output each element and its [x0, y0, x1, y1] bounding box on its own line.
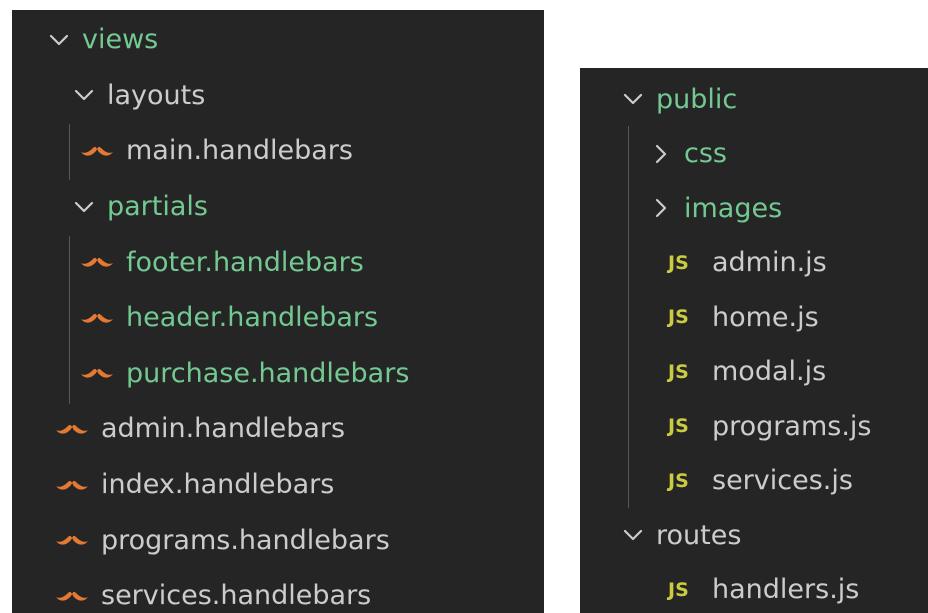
tree-folder-css[interactable]: css	[580, 127, 928, 182]
tree-item-label: handlers.js	[712, 574, 860, 606]
handlebars-mustache-icon	[55, 418, 93, 440]
handlebars-mustache-icon	[55, 585, 93, 607]
tree-item-label: header.handlebars	[126, 302, 379, 334]
tree-item-label: public	[656, 83, 738, 115]
tree-file-handlers-js[interactable]: JS handlers.js	[580, 563, 928, 613]
handlebars-mustache-icon	[55, 529, 93, 551]
tree-item-label: routes	[656, 519, 742, 551]
tree-file-admin-js[interactable]: JS admin.js	[580, 236, 928, 291]
tree-item-label: admin.handlebars	[101, 413, 346, 445]
tree-file-header-handlebars[interactable]: header.handlebars	[12, 290, 544, 346]
tree-item-label: images	[684, 192, 783, 224]
tree-folder-views[interactable]: views	[12, 12, 544, 68]
handlebars-mustache-icon	[80, 251, 118, 273]
indent-guide	[69, 124, 70, 180]
tree-item-label: index.handlebars	[101, 469, 335, 501]
tree-file-modal-js[interactable]: JS modal.js	[580, 345, 928, 400]
tree-file-home-js[interactable]: JS home.js	[580, 290, 928, 345]
tree-folder-images[interactable]: images	[580, 181, 928, 236]
chevron-down-icon[interactable]	[73, 196, 95, 218]
indent-guide	[628, 126, 629, 508]
tree-item-label: admin.js	[712, 247, 827, 279]
tree-folder-layouts[interactable]: layouts	[12, 68, 544, 124]
tree-item-label: programs.js	[712, 410, 872, 442]
tree-folder-routes[interactable]: routes	[580, 508, 928, 563]
handlebars-mustache-icon	[80, 362, 118, 384]
tree-item-label: services.js	[712, 465, 853, 497]
tree-file-index-handlebars[interactable]: index.handlebars	[12, 457, 544, 513]
javascript-file-icon: JS	[668, 578, 689, 601]
tree-file-services-js[interactable]: JS services.js	[580, 454, 928, 509]
tree-item-label: views	[82, 24, 159, 56]
handlebars-mustache-icon	[80, 307, 118, 329]
explorer-panel-public: public css images JS admin.js JS home.js JS moda…	[580, 68, 928, 613]
javascript-file-icon: JS	[668, 415, 689, 438]
tree-folder-public[interactable]: public	[580, 72, 928, 127]
chevron-down-icon[interactable]	[622, 524, 644, 546]
tree-file-services-handlebars[interactable]: services.handlebars	[12, 568, 544, 613]
tree-item-label: partials	[107, 191, 208, 223]
tree-file-programs-handlebars[interactable]: programs.handlebars	[12, 512, 544, 568]
tree-folder-partials[interactable]: partials	[12, 179, 544, 235]
tree-item-label: css	[684, 138, 727, 170]
tree-item-label: programs.handlebars	[101, 524, 390, 556]
tree-item-label: layouts	[107, 79, 206, 111]
tree-file-purchase-handlebars[interactable]: purchase.handlebars	[12, 346, 544, 402]
tree-item-label: services.handlebars	[101, 580, 372, 612]
tree-file-programs-js[interactable]: JS programs.js	[580, 399, 928, 454]
chevron-right-icon[interactable]	[650, 143, 672, 165]
handlebars-mustache-icon	[55, 474, 93, 496]
indent-guide	[69, 236, 70, 404]
tree-file-admin-handlebars[interactable]: admin.handlebars	[12, 401, 544, 457]
handlebars-mustache-icon	[80, 140, 118, 162]
tree-item-label: footer.handlebars	[126, 246, 364, 278]
tree-item-label: main.handlebars	[126, 135, 353, 167]
chevron-right-icon[interactable]	[650, 197, 672, 219]
chevron-down-icon[interactable]	[48, 29, 70, 51]
javascript-file-icon: JS	[668, 360, 689, 383]
chevron-down-icon[interactable]	[622, 88, 644, 110]
explorer-panel-views: views layouts main.handlebars partials foote…	[12, 10, 544, 613]
tree-file-main-handlebars[interactable]: main.handlebars	[12, 123, 544, 179]
javascript-file-icon: JS	[668, 306, 689, 329]
chevron-down-icon[interactable]	[73, 84, 95, 106]
javascript-file-icon: JS	[668, 469, 689, 492]
tree-item-label: purchase.handlebars	[126, 357, 410, 389]
tree-item-label: modal.js	[712, 356, 827, 388]
javascript-file-icon: JS	[668, 251, 689, 274]
tree-file-footer-handlebars[interactable]: footer.handlebars	[12, 234, 544, 290]
tree-item-label: home.js	[712, 301, 819, 333]
